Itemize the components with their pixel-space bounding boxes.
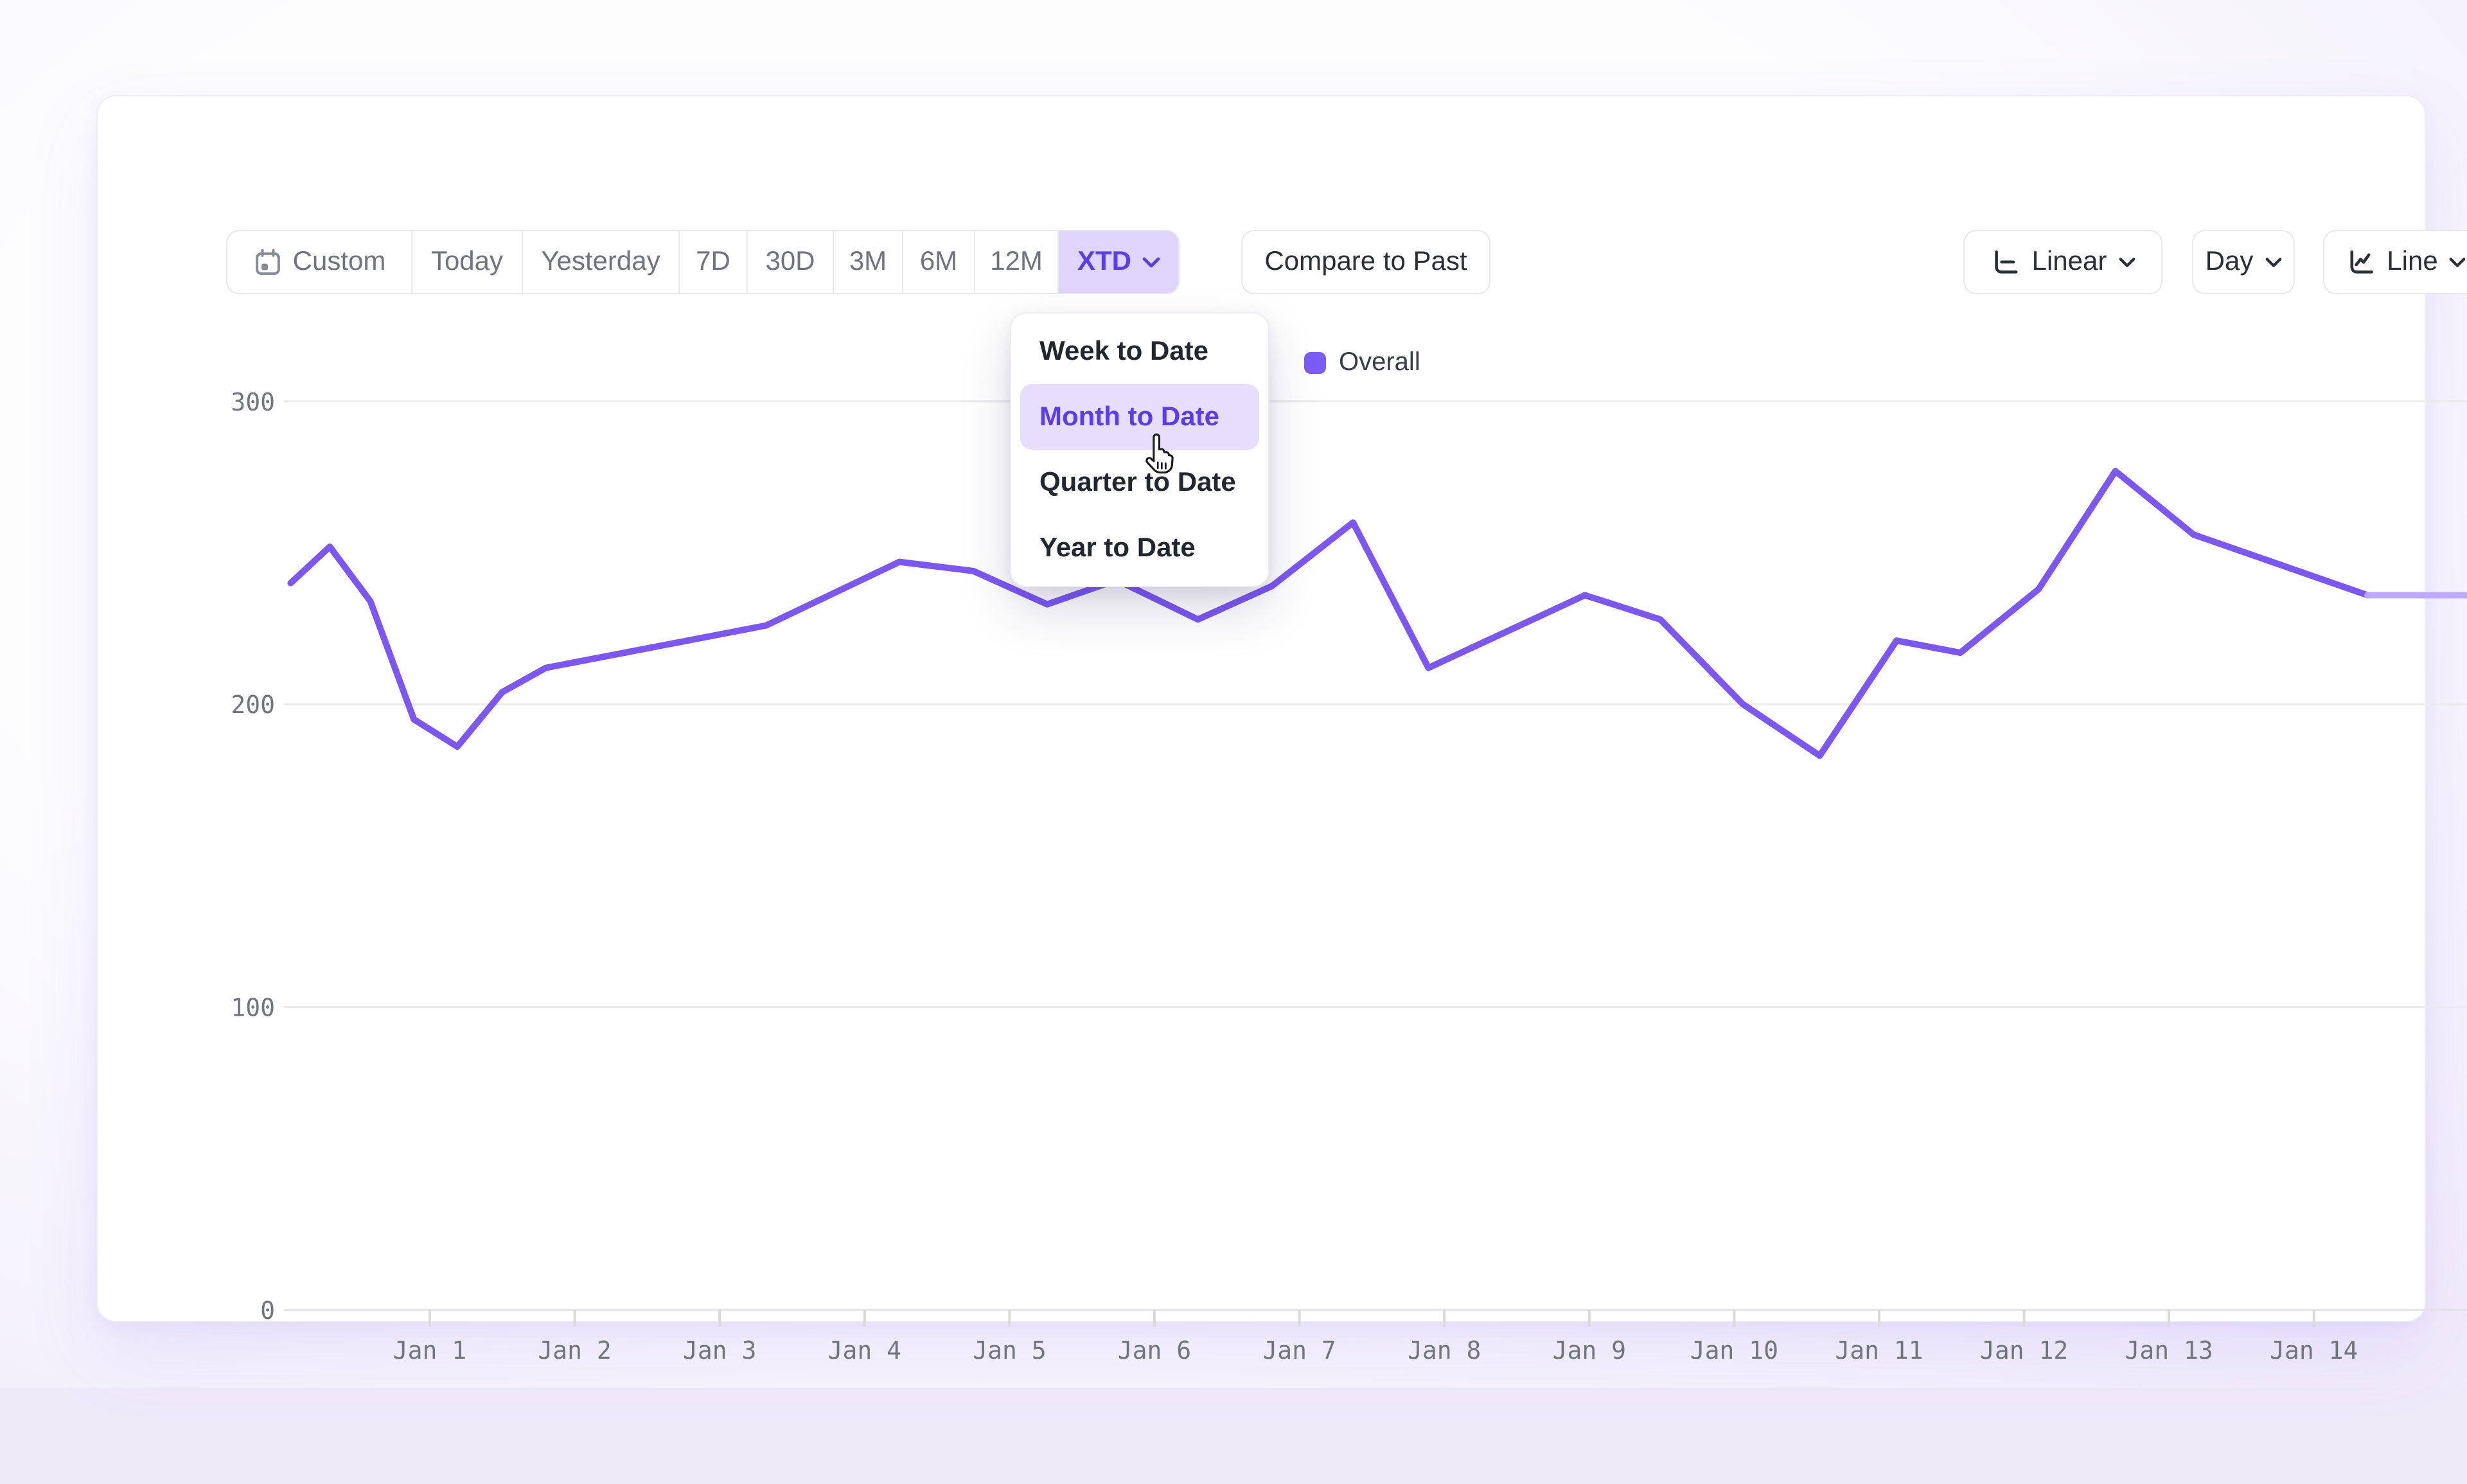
svg-text:300: 300	[231, 388, 275, 416]
svg-text:Jan 5: Jan 5	[973, 1336, 1046, 1365]
menu-item-year-to-date[interactable]: Year to Date	[1020, 515, 1259, 581]
line-chart: 0 100 200 300 Jan 1 Jan 2 Jan 3 Jan 4 Jan 5 Jan 6…	[98, 96, 2467, 1484]
chart-type-dropdown-label: Line	[2387, 247, 2437, 278]
granularity-dropdown-label: Day	[2206, 247, 2254, 278]
legend: Overall	[1304, 348, 1420, 378]
range-button-today[interactable]: Today	[412, 231, 523, 293]
legend-swatch	[1304, 352, 1326, 374]
chevron-down-icon	[1142, 256, 1160, 268]
range-button-12m[interactable]: 12M	[975, 231, 1059, 293]
date-range-segmented-control: Custom Today Yesterday 7D 30D 3M 6M 12M …	[226, 230, 1180, 294]
granularity-dropdown-button[interactable]: Day	[2192, 230, 2295, 294]
range-button-7d[interactable]: 7D	[680, 231, 748, 293]
svg-text:Jan 1: Jan 1	[393, 1336, 466, 1365]
chevron-down-icon	[2450, 256, 2466, 268]
svg-text:Jan 12: Jan 12	[1980, 1336, 2068, 1365]
range-button-30d[interactable]: 30D	[748, 231, 834, 293]
svg-text:Jan 10: Jan 10	[1690, 1336, 1778, 1365]
svg-text:Jan 13: Jan 13	[2125, 1336, 2213, 1365]
chart-type-dropdown-button[interactable]: Line	[2323, 230, 2467, 294]
calendar-icon	[253, 247, 283, 277]
svg-text:Jan 2: Jan 2	[538, 1336, 611, 1365]
svg-text:Jan 14: Jan 14	[2270, 1336, 2358, 1365]
range-button-yesterday[interactable]: Yesterday	[523, 231, 680, 293]
scale-dropdown-button[interactable]: Linear	[1963, 230, 2162, 294]
svg-text:Jan 11: Jan 11	[1835, 1336, 1923, 1365]
range-button-xtd[interactable]: XTD	[1059, 231, 1178, 293]
chart-card: 0100200300Jan 1Jan 2Jan 3Jan 4Jan 5Jan 6…	[96, 95, 2426, 1322]
svg-text:0: 0	[260, 1296, 275, 1325]
axis-scale-icon	[1991, 247, 2020, 277]
svg-text:Jan 8: Jan 8	[1408, 1336, 1481, 1365]
scale-dropdown-label: Linear	[2032, 247, 2107, 278]
svg-text:Jan 6: Jan 6	[1118, 1336, 1191, 1365]
svg-text:100: 100	[231, 994, 275, 1022]
page-background: 0 100 200 300 Jan 1 Jan 2 Jan 3 Jan 4 Jan 5 Jan 6…	[0, 0, 2467, 1388]
legend-label: Overall	[1339, 348, 1420, 378]
chevron-down-icon	[2118, 256, 2135, 268]
compare-to-past-button[interactable]: Compare to Past	[1241, 230, 1490, 294]
range-button-3m[interactable]: 3M	[834, 231, 903, 293]
svg-text:Jan 4: Jan 4	[828, 1336, 901, 1365]
hand-pointer-cursor	[1138, 433, 1180, 483]
svg-text:Jan 7: Jan 7	[1262, 1336, 1336, 1365]
svg-text:Jan 9: Jan 9	[1553, 1336, 1626, 1365]
range-button-label: Custom	[293, 247, 386, 278]
range-button-6m[interactable]: 6M	[903, 231, 975, 293]
svg-text:Jan 3: Jan 3	[683, 1336, 756, 1365]
range-button-custom[interactable]: Custom	[227, 231, 412, 293]
chevron-down-icon	[2265, 256, 2281, 268]
menu-item-week-to-date[interactable]: Week to Date	[1020, 319, 1259, 384]
line-chart-icon	[2346, 247, 2375, 277]
svg-text:200: 200	[231, 691, 275, 719]
